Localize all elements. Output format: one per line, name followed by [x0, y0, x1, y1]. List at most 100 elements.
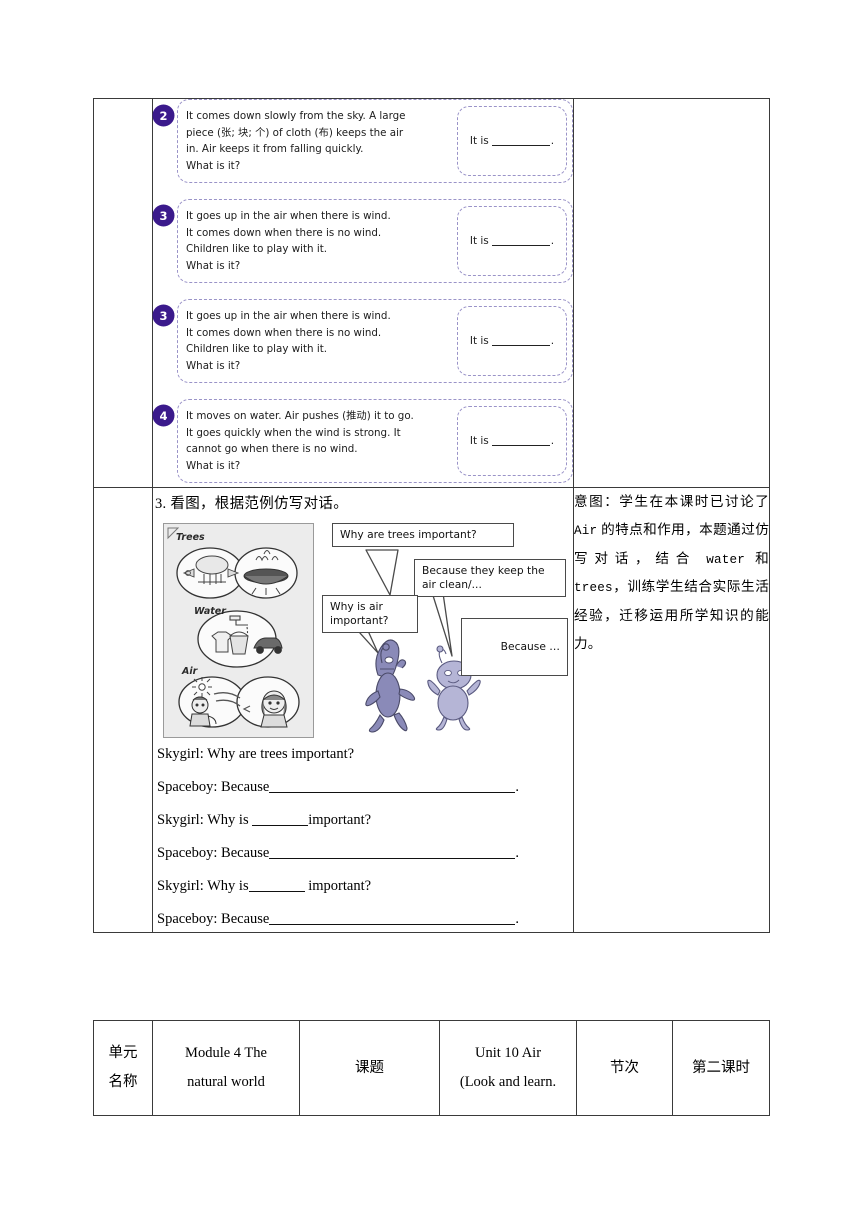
riddle-text-line: It moves on water. Air pushes (推动) it to…: [186, 410, 414, 422]
gutter-cell-riddles: [93, 98, 153, 488]
answer-suffix: .: [550, 235, 555, 247]
unit-name-value: Module 4 The natural world: [152, 1020, 300, 1116]
riddle-text-line: It comes down when there is no wind.: [186, 226, 382, 239]
riddle-item: 3 It goes up in the air when there is wi…: [153, 299, 573, 383]
dialogue-tail: .: [515, 845, 519, 861]
riddle-item: 4 It moves on water. Air pushes (推动) it …: [153, 399, 573, 483]
riddle-text-line: It comes down when there is no wind.: [186, 326, 382, 339]
dialogue-speaker: Skygirl:: [157, 878, 204, 894]
period-label: 节次: [576, 1020, 673, 1116]
dialogue-text: Why is: [207, 812, 249, 828]
period-value: 第二课时: [672, 1020, 770, 1116]
illustration-row: Trees Water Air Why are trees important?…: [153, 523, 573, 738]
note-term-air: Air: [574, 523, 598, 538]
dialogue-text: Because: [221, 779, 270, 795]
riddle-answer-box[interactable]: It is.: [457, 306, 567, 376]
picture-label-water: Water: [194, 606, 226, 617]
topic-value-line2: (Look and learn.: [459, 1074, 557, 1090]
picture-panel: Trees Water Air: [163, 523, 314, 738]
note-term-trees: trees: [574, 581, 613, 596]
teaching-note-cell: 意图：学生在本课时已讨论了 Air 的特点和作用，本题通过仿写对话，结合 wat…: [573, 487, 770, 933]
dialogue-blank[interactable]: [248, 891, 305, 892]
riddle-text-line: Children like to play with it.: [186, 243, 328, 256]
answer-prefix: It is: [469, 235, 489, 247]
dialogue-text: Why are trees important?: [207, 746, 355, 762]
dialogue-speaker: Spaceboy:: [157, 779, 218, 795]
riddle-text-line: What is it?: [186, 260, 241, 273]
answer-prefix: It is: [469, 335, 489, 347]
riddle-number-badge: 2: [153, 105, 174, 126]
worksheet-page: 2 It comes down slowly from the sky. A l…: [0, 0, 860, 1216]
speech-scene: Why are trees important? Because they ke…: [320, 523, 573, 736]
riddle-item: 2 It comes down slowly from the sky. A l…: [153, 99, 573, 183]
answer-blank[interactable]: [491, 245, 550, 246]
riddle-body: It comes down slowly from the sky. A lar…: [177, 99, 573, 183]
dialogue-line: Skygirl: Why are trees important?: [157, 746, 573, 763]
worksheet-table: 2 It comes down slowly from the sky. A l…: [93, 98, 770, 933]
answer-blank[interactable]: [491, 345, 550, 346]
dialogue-blank[interactable]: [269, 792, 516, 793]
riddle-body: It goes up in the air when there is wind…: [177, 299, 573, 383]
riddle-text: It goes up in the air when there is wind…: [186, 206, 457, 276]
note-part: 和: [745, 550, 769, 566]
picture-panel-svg: [167, 527, 300, 728]
unit-name-value-line1: Module 4 The: [185, 1045, 267, 1061]
dialogue-speaker: Skygirl:: [157, 812, 204, 828]
riddle-number-badge: 3: [153, 305, 174, 326]
section3-cell: 3. 看图，根据范例仿写对话。 Trees Water Air Why are …: [152, 487, 574, 933]
speech-bubble-because: Because …: [461, 618, 568, 676]
unit-name-label: 单元 名称: [93, 1020, 153, 1116]
riddle-text-line: It goes up in the air when there is wind…: [186, 210, 391, 222]
topic-value-line1: Unit 10 Air: [474, 1045, 542, 1061]
answer-blank[interactable]: [491, 445, 550, 446]
dialogue-blank[interactable]: [269, 924, 516, 925]
section3-row: 3. 看图，根据范例仿写对话。 Trees Water Air Why are …: [93, 487, 770, 933]
dialogue-line: Spaceboy: Because.: [157, 911, 573, 928]
lesson-info-row: 单元 名称 Module 4 The natural world 课题 Unit…: [93, 1020, 770, 1116]
note-term-water: water: [706, 552, 746, 567]
dialogue-text: Because: [221, 845, 270, 861]
riddles-row: 2 It comes down slowly from the sky. A l…: [93, 98, 770, 488]
answer-suffix: .: [550, 435, 555, 447]
topic-value: Unit 10 Air (Look and learn.: [439, 1020, 577, 1116]
answer-blank[interactable]: [491, 145, 550, 146]
lesson-info-table: 单元 名称 Module 4 The natural world 课题 Unit…: [93, 1020, 770, 1116]
riddle-answer-box[interactable]: It is.: [457, 206, 567, 276]
riddle-body: It goes up in the air when there is wind…: [177, 199, 573, 283]
note-part: 意图：学生在本课时已讨论了: [574, 494, 769, 509]
dialogue-blank[interactable]: [269, 858, 516, 859]
dialogue-tail: .: [515, 911, 519, 927]
dialogue-blank[interactable]: [252, 825, 309, 826]
riddle-text-line: It goes quickly when the wind is strong.…: [186, 426, 401, 439]
riddle-answer-box[interactable]: It is.: [457, 406, 567, 476]
riddles-cell: 2 It comes down slowly from the sky. A l…: [152, 98, 574, 488]
riddle-number-badge: 4: [153, 405, 174, 426]
dialogue-tail: .: [515, 779, 519, 795]
answer-suffix: .: [550, 335, 555, 347]
riddle-text-line: Children like to play with it.: [186, 343, 328, 356]
dialogue-list: Skygirl: Why are trees important? Spaceb…: [153, 746, 573, 928]
answer-prefix: It is: [469, 135, 489, 147]
riddle-text-line: What is it?: [186, 360, 241, 373]
dialogue-tail: important?: [308, 812, 372, 828]
dialogue-speaker: Spaceboy:: [157, 845, 218, 861]
topic-label: 课题: [299, 1020, 440, 1116]
note-cell-riddles: [573, 98, 770, 488]
dialogue-line: Spaceboy: Because.: [157, 845, 573, 862]
speech-bubble-because-keep-air-clean: Because they keep the air clean/...: [414, 559, 566, 597]
dialogue-line: Skygirl: Why is important?: [157, 878, 573, 895]
picture-label-air: Air: [182, 666, 198, 677]
riddle-text-line: What is it?: [186, 160, 241, 173]
gutter-cell-section3: [93, 487, 153, 933]
dialogue-text: Because: [221, 911, 270, 927]
answer-suffix: .: [550, 135, 555, 147]
dialogue-line: Spaceboy: Because.: [157, 779, 573, 796]
speech-bubble-why-trees: Why are trees important?: [332, 523, 514, 547]
riddle-text-line: It goes up in the air when there is wind…: [186, 310, 391, 322]
riddle-text-line: in. Air keeps it from falling quickly.: [186, 143, 364, 156]
unit-name-label-line1: 单元: [108, 1045, 138, 1061]
riddle-answer-box[interactable]: It is.: [457, 106, 567, 176]
riddle-number-badge: 3: [153, 205, 174, 226]
dialogue-speaker: Spaceboy:: [157, 911, 218, 927]
answer-prefix: It is: [469, 435, 489, 447]
